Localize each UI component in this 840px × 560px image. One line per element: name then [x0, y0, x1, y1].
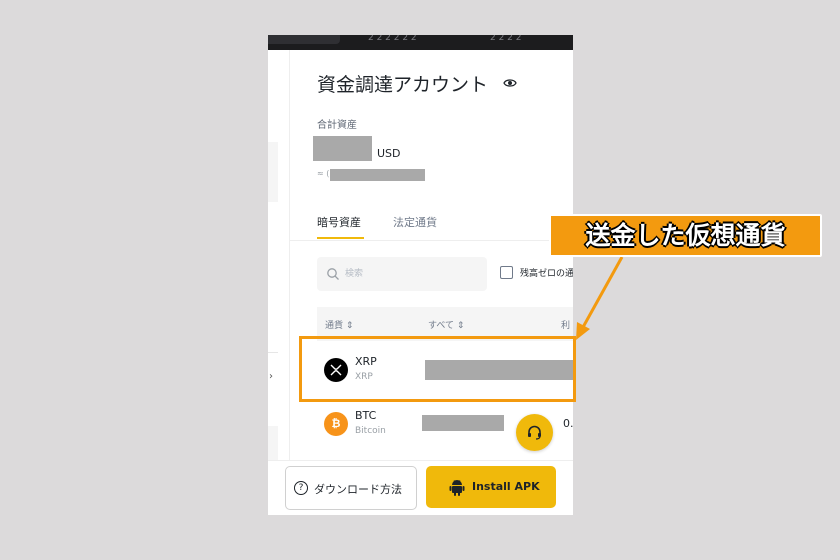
annotation-callout-text: 送金した仮想通貨 [585, 221, 786, 250]
callout-arrow [576, 256, 624, 340]
annotation-callout: 送金した仮想通貨 [549, 214, 822, 257]
